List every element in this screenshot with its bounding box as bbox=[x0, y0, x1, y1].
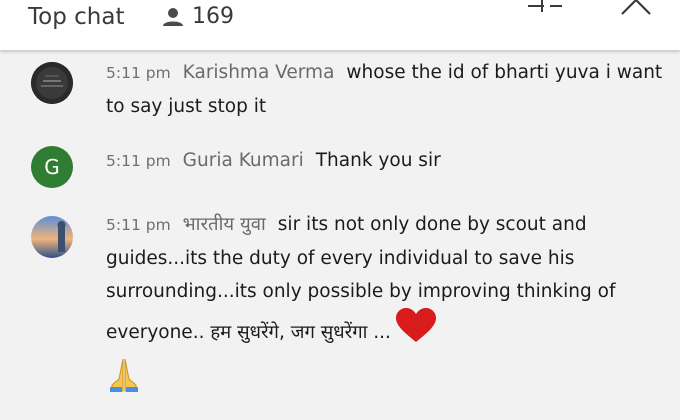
chat-message-list[interactable]: 5:11 pm Karishma Verma whose the id of bha… bbox=[0, 50, 680, 420]
filter-icon[interactable] bbox=[528, 0, 568, 14]
message-body: 5:11 pm भारतीय युवा sir its not only done … bbox=[106, 208, 666, 393]
viewer-count: 169 bbox=[192, 4, 234, 29]
viewer-count-group: 169 bbox=[162, 4, 234, 29]
close-icon[interactable] bbox=[620, 0, 652, 16]
message-timestamp: 5:11 pm bbox=[106, 216, 171, 234]
avatar[interactable] bbox=[31, 216, 73, 258]
message-text: Thank you sir bbox=[315, 150, 441, 171]
message-author[interactable]: Guria Kumari bbox=[183, 150, 304, 171]
message-author[interactable]: भारतीय युवा bbox=[183, 214, 266, 235]
message-body: 5:11 pm Guria Kumari Thank you sir bbox=[106, 144, 666, 178]
photo-avatar-icon bbox=[31, 62, 73, 104]
person-icon bbox=[163, 7, 183, 26]
message-timestamp: 5:11 pm bbox=[106, 64, 171, 82]
message-body: 5:11 pm Karishma Verma whose the id of bha… bbox=[106, 56, 666, 123]
avatar[interactable] bbox=[31, 62, 73, 104]
avatar-letter: G bbox=[44, 155, 60, 179]
top-chat-title[interactable]: Top chat bbox=[28, 4, 124, 30]
message-author[interactable]: Karishma Verma bbox=[183, 62, 335, 83]
heart-emoji-icon bbox=[395, 308, 436, 342]
photo-avatar-icon bbox=[31, 216, 73, 258]
chat-header: Top chat 169 bbox=[0, 0, 680, 50]
message-timestamp: 5:11 pm bbox=[106, 152, 171, 170]
avatar[interactable]: G bbox=[31, 146, 73, 188]
folded-hands-emoji-icon bbox=[110, 358, 138, 392]
